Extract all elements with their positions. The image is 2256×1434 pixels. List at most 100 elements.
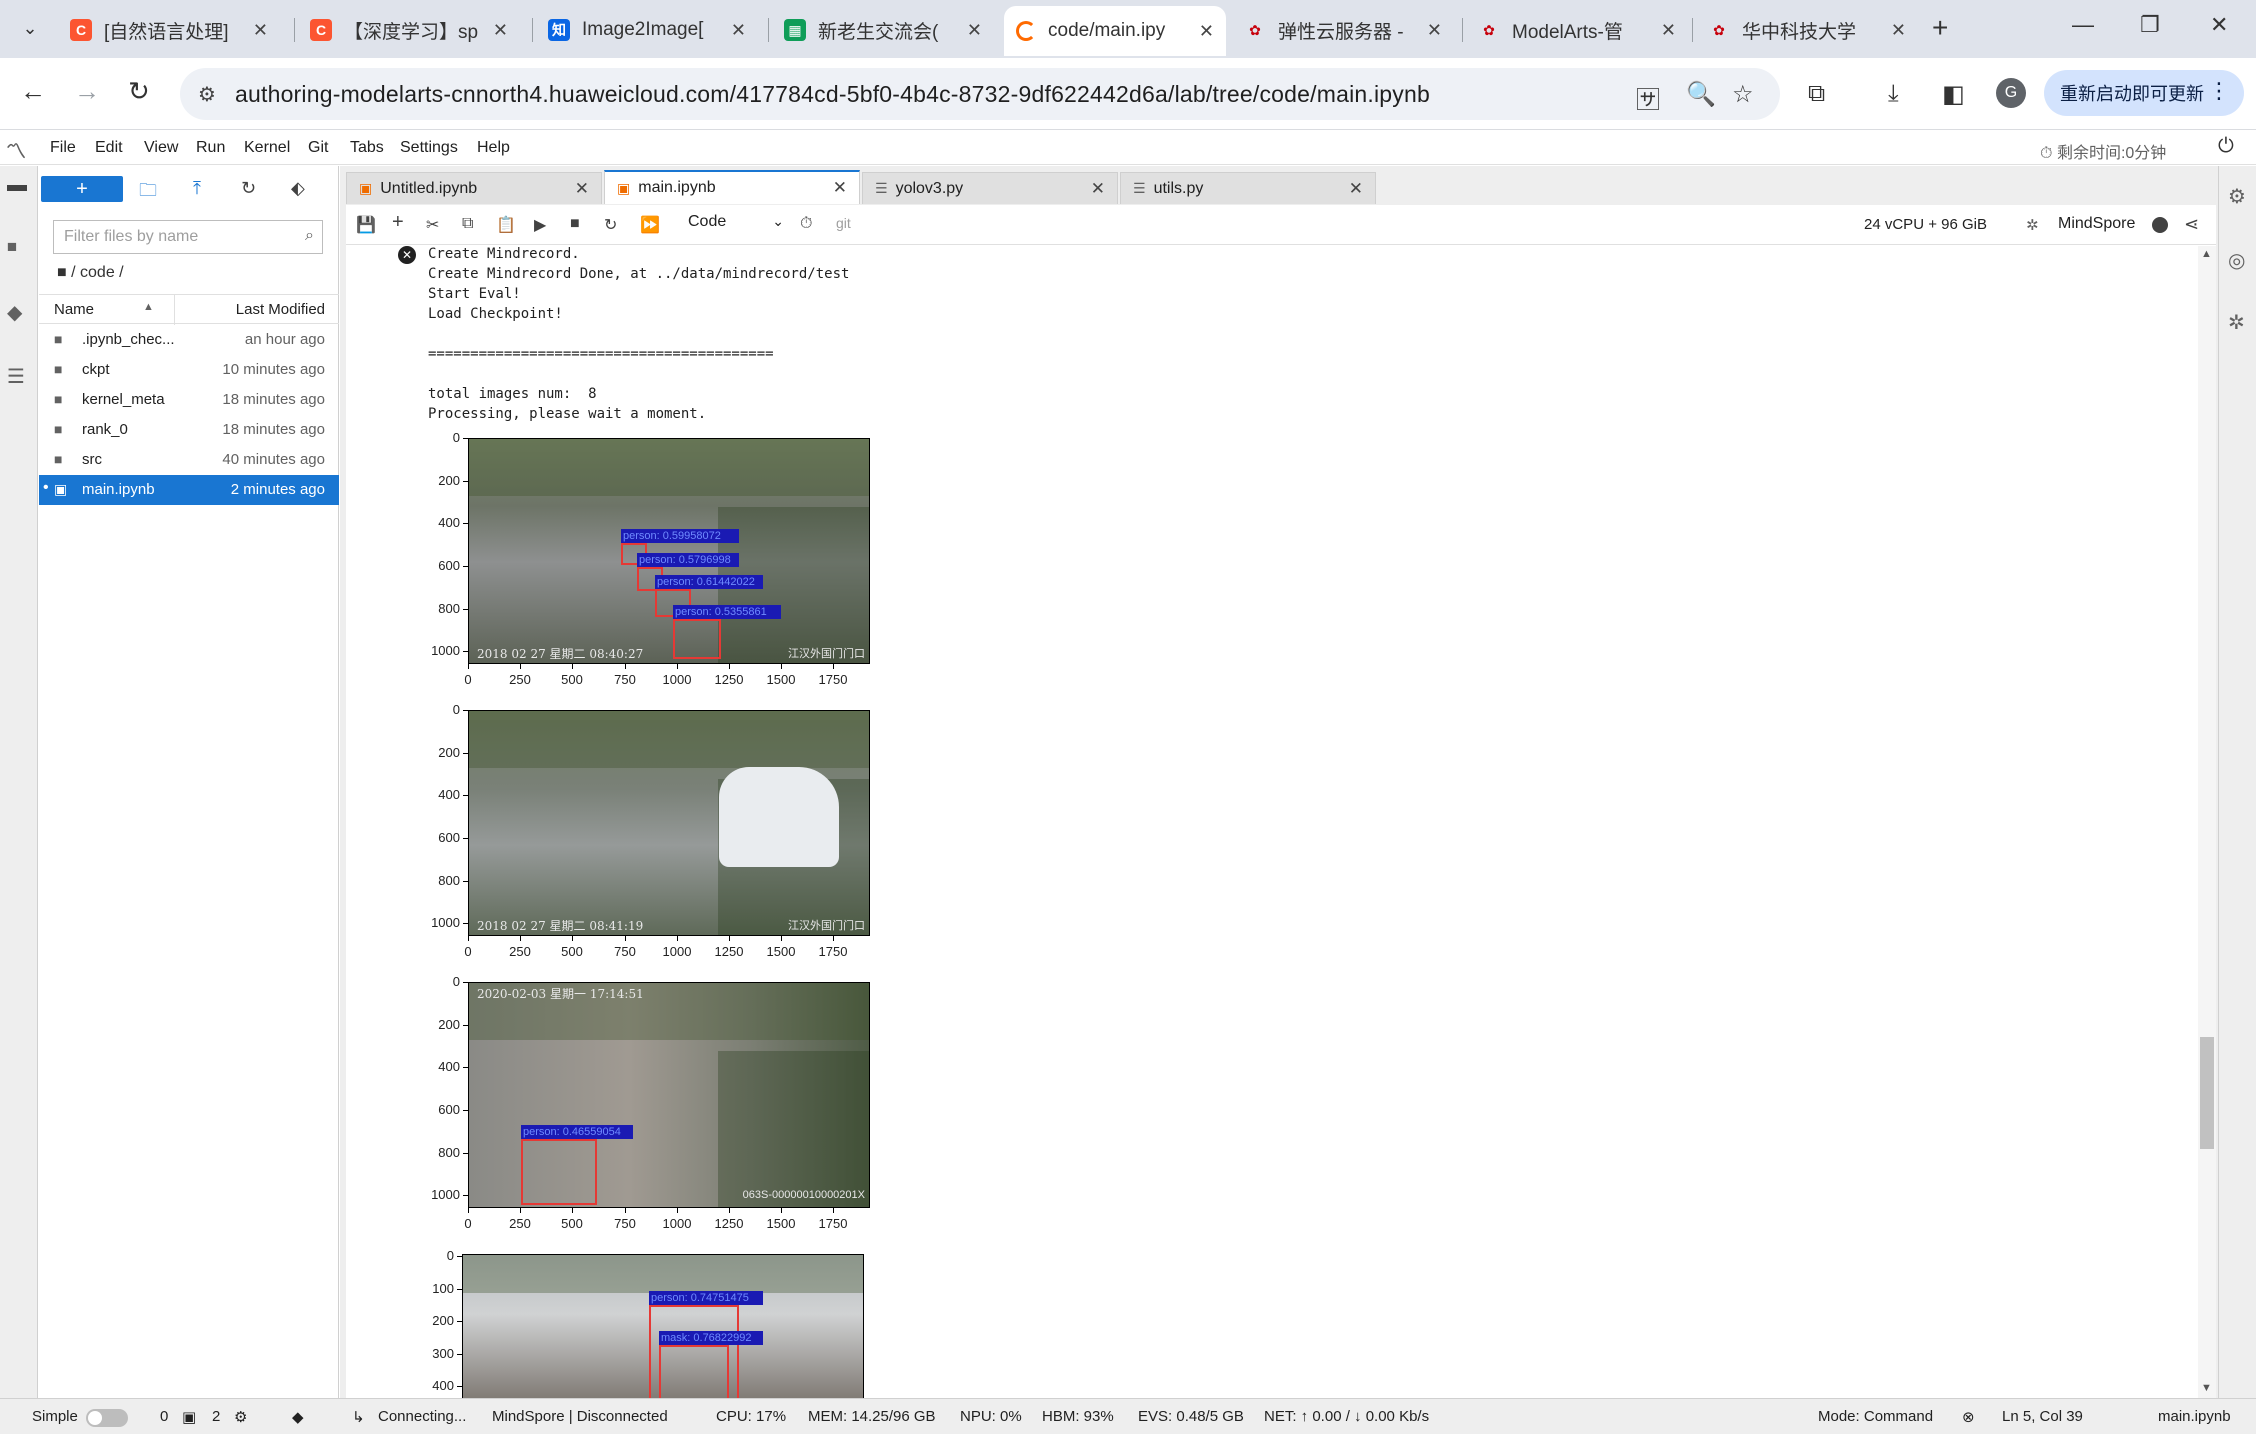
menu-git[interactable]: Git: [308, 139, 328, 157]
site-info-icon[interactable]: ⚙: [198, 82, 216, 107]
close-tab-icon[interactable]: ✕: [833, 178, 847, 198]
column-divider[interactable]: [174, 295, 175, 325]
column-last-modified[interactable]: Last Modified: [236, 301, 325, 318]
zoom-icon[interactable]: 🔍: [1686, 80, 1716, 109]
file-row[interactable]: ■ rank_0 18 minutes ago: [39, 415, 339, 445]
close-tab-icon[interactable]: ✕: [1091, 179, 1105, 199]
browser-tab[interactable]: ✿ ModelArts-管 ✕: [1466, 8, 1688, 52]
new-folder-icon[interactable]: 🗀: [139, 178, 157, 208]
menu-run[interactable]: Run: [196, 139, 225, 157]
property-inspector-icon[interactable]: ⚙: [2228, 184, 2246, 209]
download-icon[interactable]: ⤓: [1888, 80, 1899, 108]
debugger-icon[interactable]: ✲: [2228, 310, 2245, 335]
profile-avatar[interactable]: G: [1996, 78, 2026, 108]
git-clone-icon[interactable]: ⬖: [291, 178, 305, 199]
column-name[interactable]: Name: [54, 301, 94, 318]
document-tab[interactable]: ▣ Untitled.ipynb ✕: [346, 172, 602, 204]
close-tab-icon[interactable]: ✕: [1427, 20, 1442, 41]
share-icon[interactable]: ⋖: [2184, 214, 2199, 235]
terminal-count[interactable]: 0: [160, 1408, 168, 1425]
browser-tab[interactable]: ✿ 弹性云服务器 - ✕: [1232, 8, 1454, 52]
running-sessions-icon[interactable]: ⏹: [7, 236, 17, 259]
close-tab-icon[interactable]: ✕: [575, 179, 589, 199]
git-label[interactable]: git: [836, 215, 851, 231]
file-row[interactable]: ■ .ipynb_chec... an hour ago: [39, 325, 339, 355]
git-icon[interactable]: ◆: [7, 300, 22, 325]
minimize-icon[interactable]: —: [2072, 12, 2094, 38]
address-bar[interactable]: ⚙ authoring-modelarts-cnnorth4.huaweiclo…: [180, 68, 1780, 120]
close-tab-icon[interactable]: ✕: [493, 20, 508, 41]
document-tab[interactable]: ☰ yolov3.py ✕: [862, 172, 1118, 204]
close-tab-icon[interactable]: ✕: [253, 20, 268, 41]
update-button[interactable]: 重新启动即可更新 ⋮: [2044, 70, 2244, 116]
close-window-icon[interactable]: ✕: [2210, 12, 2228, 38]
paste-icon[interactable]: 📋: [496, 215, 516, 235]
stop-icon[interactable]: ■: [570, 215, 580, 233]
side-panel-icon[interactable]: ◧: [1942, 80, 1965, 109]
forward-icon[interactable]: →: [74, 76, 100, 107]
debugger-icon[interactable]: ✲: [2026, 216, 2039, 234]
more-menu-icon[interactable]: ⋮: [2208, 78, 2230, 104]
clear-output-icon[interactable]: ✕: [398, 246, 416, 264]
insert-cell-icon[interactable]: +: [392, 211, 404, 234]
close-tab-icon[interactable]: ✕: [1349, 179, 1363, 199]
file-row[interactable]: • ▣ main.ipynb 2 minutes ago: [39, 475, 339, 505]
new-tab-icon[interactable]: +: [1932, 12, 1948, 44]
fast-forward-icon[interactable]: ⏩: [640, 215, 660, 235]
reload-icon[interactable]: ↻: [128, 76, 150, 107]
save-icon[interactable]: 💾: [356, 215, 376, 235]
kernel-status[interactable]: MindSpore | Disconnected: [492, 1408, 668, 1425]
sort-ascending-icon[interactable]: ▲: [143, 301, 154, 313]
terminal-icon[interactable]: ▣: [182, 1408, 196, 1426]
bookmark-star-icon[interactable]: ☆: [1732, 80, 1754, 109]
browser-tab[interactable]: C 【深度学习】sp ✕: [298, 8, 520, 52]
menu-edit[interactable]: Edit: [95, 139, 123, 157]
output-scrollbar[interactable]: ▲ ▼: [2198, 246, 2216, 1398]
tab-search-chevron-icon[interactable]: ⌄: [12, 10, 48, 46]
upload-icon[interactable]: ⤒: [193, 178, 201, 199]
close-tab-icon[interactable]: ✕: [1199, 21, 1214, 42]
kernel-name[interactable]: MindSpore: [2058, 215, 2135, 233]
cell-type-select[interactable]: Code ⌄: [688, 213, 784, 237]
document-tab[interactable]: ▣ main.ipynb ✕: [604, 170, 860, 204]
browser-tab[interactable]: ▦ 新老生交流会(✕: [772, 8, 994, 52]
copy-icon[interactable]: ⧉: [462, 215, 473, 233]
refresh-icon[interactable]: ↻: [241, 178, 256, 199]
new-launcher-button[interactable]: +: [41, 176, 123, 202]
translate-icon[interactable]: 🈂: [1636, 80, 1660, 115]
scroll-thumb[interactable]: [2200, 1037, 2214, 1149]
run-icon[interactable]: ▶: [534, 215, 546, 235]
breadcrumb[interactable]: ■ / code /: [57, 264, 124, 282]
close-tab-icon[interactable]: ✕: [967, 20, 982, 41]
restore-icon[interactable]: ❐: [2140, 12, 2160, 38]
browser-tab[interactable]: C [自然语言处理] ✕: [58, 8, 280, 52]
url-text[interactable]: authoring-modelarts-cnnorth4.huaweicloud…: [235, 81, 1430, 108]
menu-settings[interactable]: Settings: [400, 139, 458, 157]
menu-help[interactable]: Help: [477, 139, 510, 157]
restart-icon[interactable]: ↻: [604, 215, 617, 235]
kernel-gear-icon[interactable]: ⚙: [234, 1408, 247, 1426]
file-row[interactable]: ■ ckpt 10 minutes ago: [39, 355, 339, 385]
table-of-contents-icon[interactable]: ☰: [7, 364, 25, 389]
close-tab-icon[interactable]: ✕: [1661, 20, 1676, 41]
power-icon[interactable]: ⏻: [2218, 135, 2234, 158]
cut-icon[interactable]: ✂: [426, 215, 439, 235]
close-tab-icon[interactable]: ✕: [1891, 20, 1906, 41]
file-row[interactable]: ■ kernel_meta 18 minutes ago: [39, 385, 339, 415]
cursor-position[interactable]: Ln 5, Col 39: [2002, 1408, 2083, 1425]
close-tab-icon[interactable]: ✕: [731, 20, 746, 41]
menu-file[interactable]: File: [50, 139, 76, 157]
browser-tab[interactable]: 知 Image2Image[✕: [536, 8, 758, 52]
document-tab[interactable]: ☰ utils.py ✕: [1120, 172, 1376, 204]
simple-mode-toggle[interactable]: [86, 1409, 128, 1427]
file-row[interactable]: ■ src 40 minutes ago: [39, 445, 339, 475]
browser-tab[interactable]: code/main.ipy ✕: [1004, 6, 1226, 56]
history-icon[interactable]: ⏱: [800, 215, 812, 233]
menu-view[interactable]: View: [144, 139, 178, 157]
scroll-down-icon[interactable]: ▼: [2201, 1382, 2212, 1394]
menu-kernel[interactable]: Kernel: [244, 139, 290, 157]
scroll-up-icon[interactable]: ▲: [2201, 248, 2212, 260]
file-filter-input[interactable]: Filter files by name ⌕: [53, 220, 323, 254]
kernel-count[interactable]: 2: [212, 1408, 220, 1425]
back-icon[interactable]: ←: [20, 76, 46, 107]
